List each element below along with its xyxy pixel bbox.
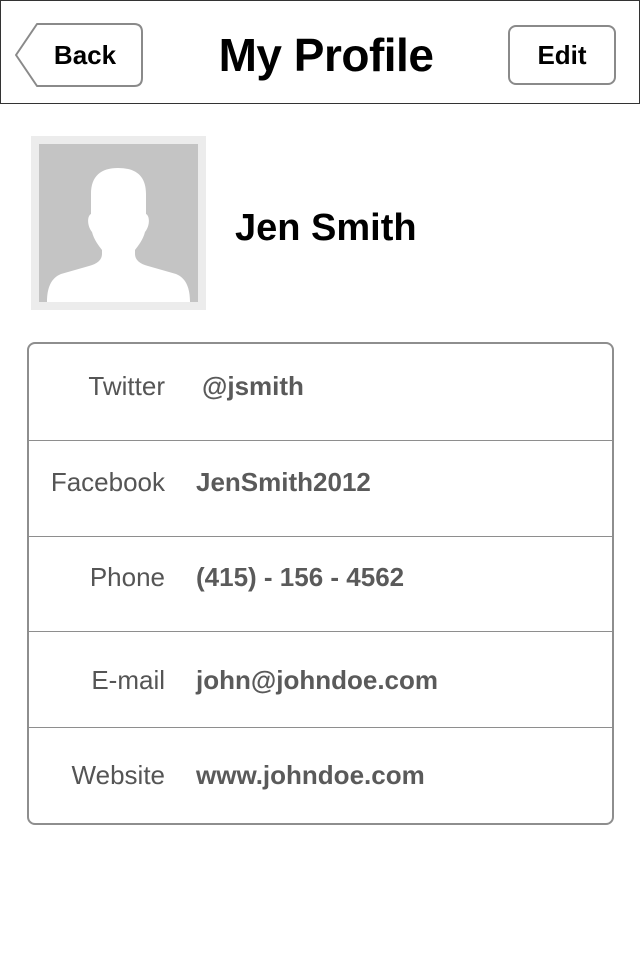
phone-value: (415) - 156 - 4562 [196,562,405,592]
back-button-label: Back [53,40,117,70]
profile-name: Jen Smith [235,207,417,249]
avatar-image [39,144,198,302]
email-label: E-mail [91,665,165,695]
facebook-value: JenSmith2012 [196,467,371,497]
phone-label: Phone [89,562,165,592]
email-value: john@johndoe.com [196,665,438,695]
person-silhouette-icon [47,168,190,302]
website-label: Website [71,760,165,790]
info-row-website[interactable]: Website www.johndoe.com [29,728,612,823]
twitter-value: @jsmith [202,371,304,401]
facebook-label: Facebook [50,467,165,497]
profile-screen: Back My Profile Edit Jen Smith Twitter @… [0,0,640,980]
avatar[interactable] [31,136,206,310]
page-title: My Profile [218,29,434,81]
navigation-bar: Back My Profile Edit [0,0,640,104]
edit-button[interactable]: Edit [508,25,616,85]
info-row-twitter[interactable]: Twitter @jsmith [29,344,612,440]
back-button[interactable]: Back [15,23,143,87]
website-value: www.johndoe.com [196,760,425,790]
info-row-phone[interactable]: Phone (415) - 156 - 4562 [29,537,612,631]
contact-info-table: Twitter @jsmith Facebook JenSmith2012 Ph… [27,342,614,825]
twitter-label: Twitter [88,371,165,401]
info-row-facebook[interactable]: Facebook JenSmith2012 [29,441,612,536]
info-row-email[interactable]: E-mail john@johndoe.com [29,632,612,727]
